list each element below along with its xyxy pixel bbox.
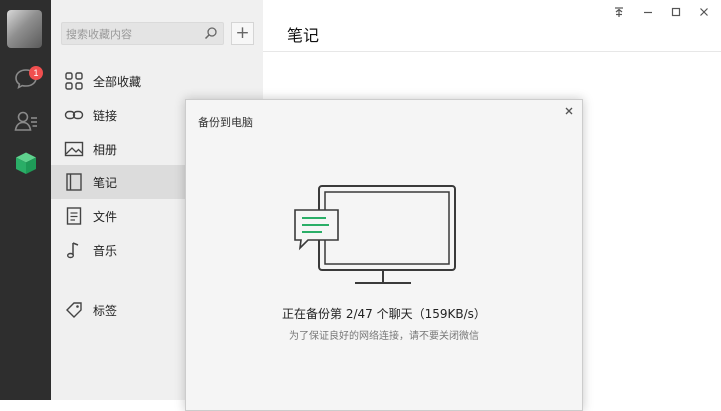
music-icon bbox=[67, 242, 79, 259]
link-icon bbox=[64, 110, 84, 120]
sidebar-item-label: 文件 bbox=[93, 210, 118, 224]
close-icon[interactable] bbox=[697, 5, 711, 19]
sidebar-item-music[interactable]: 音乐 bbox=[51, 233, 185, 267]
search-icon[interactable] bbox=[204, 26, 218, 40]
minimize-icon[interactable] bbox=[641, 5, 655, 19]
header-divider bbox=[263, 51, 721, 52]
contacts-icon[interactable] bbox=[13, 108, 39, 134]
sidebar-item-files[interactable]: 文件 bbox=[51, 199, 185, 233]
dialog-close-icon[interactable] bbox=[564, 106, 574, 116]
sidebar-item-label: 笔记 bbox=[93, 176, 118, 190]
search-placeholder: 搜索收藏内容 bbox=[66, 28, 132, 41]
sidebar-item-all-favorites[interactable]: 全部收藏 bbox=[51, 64, 185, 98]
maximize-icon[interactable] bbox=[669, 5, 683, 19]
sidebar-item-links[interactable]: 链接 bbox=[51, 98, 185, 132]
sidebar-item-label: 相册 bbox=[93, 143, 118, 157]
backup-dialog: 备份到电脑 正在备份第 2/47 个聊天（159KB/s） 为了保证良好的网络连… bbox=[185, 99, 583, 411]
avatar[interactable] bbox=[7, 10, 42, 48]
unread-badge: 1 bbox=[29, 66, 43, 80]
search-input[interactable]: 搜索收藏内容 bbox=[61, 22, 224, 45]
favorites-cube-icon[interactable] bbox=[13, 150, 39, 176]
left-nav-bar: 1 bbox=[0, 0, 51, 400]
dialog-title: 备份到电脑 bbox=[198, 116, 253, 129]
backup-hint-text: 为了保证良好的网络连接，请不要关闭微信 bbox=[289, 331, 479, 342]
file-icon bbox=[66, 207, 82, 225]
backup-status-text: 正在备份第 2/47 个聊天（159KB/s） bbox=[282, 307, 486, 321]
computer-monitor-icon bbox=[294, 185, 456, 284]
tag-icon bbox=[66, 302, 82, 318]
sidebar-item-label: 全部收藏 bbox=[93, 75, 142, 89]
sidebar-item-label: 音乐 bbox=[93, 244, 118, 258]
sidebar-item-notes[interactable]: 笔记 bbox=[51, 165, 185, 199]
sidebar-item-tags[interactable]: 标签 bbox=[51, 293, 185, 327]
note-icon bbox=[66, 173, 82, 191]
sidebar-item-label: 链接 bbox=[93, 109, 118, 123]
image-icon bbox=[64, 141, 84, 157]
pin-icon[interactable] bbox=[612, 5, 626, 19]
add-button[interactable]: + bbox=[231, 22, 254, 45]
grid-icon bbox=[65, 72, 83, 90]
page-title: 笔记 bbox=[287, 26, 320, 45]
sidebar-item-label: 标签 bbox=[93, 304, 118, 318]
sidebar-item-album[interactable]: 相册 bbox=[51, 132, 185, 166]
